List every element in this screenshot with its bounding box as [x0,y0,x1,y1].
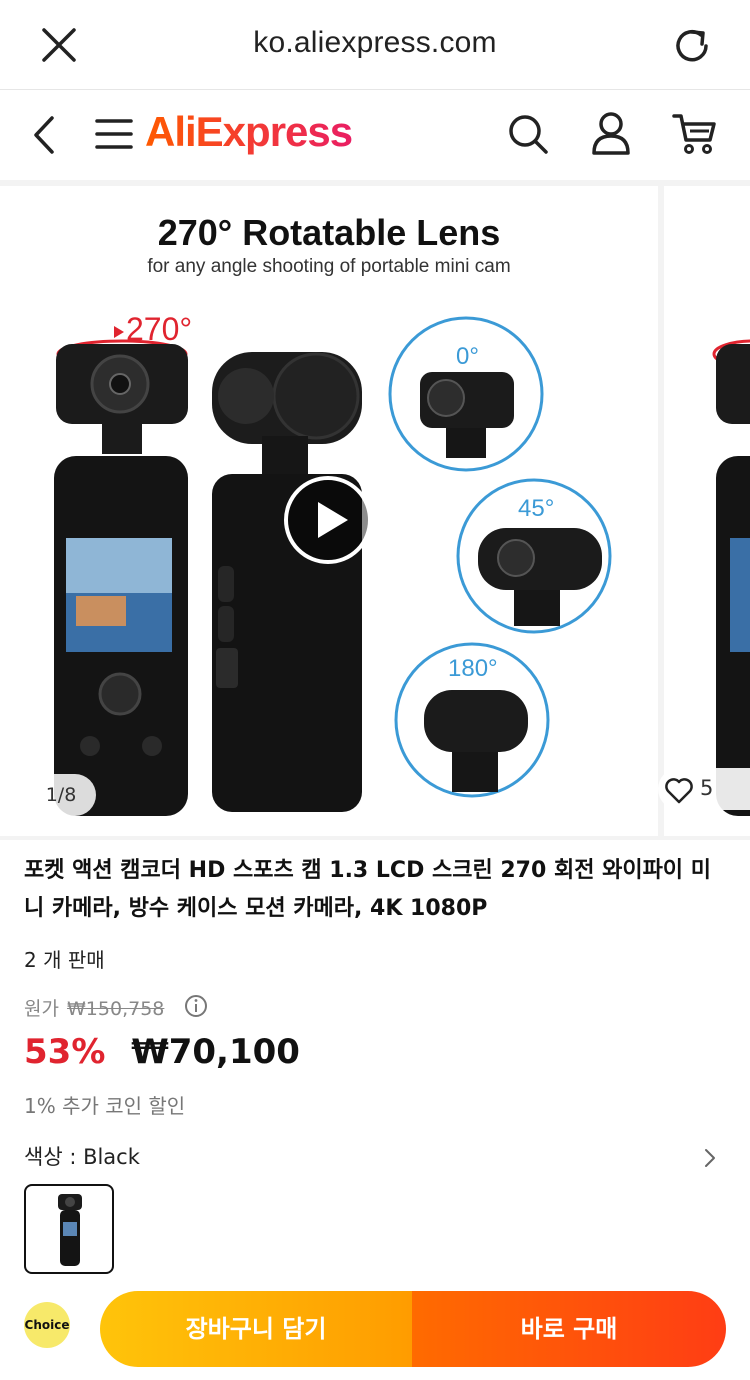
original-price: ₩150,758 [67,998,165,1020]
browser-bar: ko.aliexpress.com [0,0,750,90]
menu-icon[interactable] [94,114,134,154]
sold-count: 2 개 판매 [24,948,105,972]
back-icon[interactable] [28,112,62,158]
product-gallery[interactable]: 270° Rotatable Lens for any angle shooti… [0,180,750,840]
play-video-button[interactable] [282,474,374,566]
color-selector-label[interactable]: 색상 : Black [24,1141,140,1171]
angle-label-180: 180° [448,655,498,682]
aliexpress-logo[interactable]: AliExpress [145,108,353,156]
angle-label-45: 45° [518,495,554,522]
add-to-cart-button[interactable]: 장바구니 담기 [100,1291,412,1367]
site-header: AliExpress [0,90,750,180]
angle-label-0: 0° [456,343,479,370]
angle-label-270: 270° [126,311,192,347]
current-price: ₩70,100 [131,1032,300,1072]
original-price-label: 원가 [24,998,59,1020]
product-title: 포켓 액션 캠코더 HD 스포츠 캠 1.3 LCD 스크린 270 회전 와이… [24,858,711,921]
next-image-preview[interactable] [664,186,750,836]
discount-percent: 53% [24,1032,106,1072]
cart-icon[interactable] [672,112,718,156]
original-price-row: 원가 ₩150,758 [24,994,164,1021]
favorite-button[interactable]: 5 [658,768,750,810]
choice-badge[interactable]: Choice [24,1302,70,1348]
product-image[interactable]: 270° Rotatable Lens for any angle shooti… [0,186,658,836]
color-option-black[interactable] [24,1184,114,1274]
user-icon[interactable] [590,110,632,156]
image-counter: 1/8 [26,774,96,816]
reload-icon[interactable] [670,24,714,68]
chevron-right-icon[interactable] [702,1146,718,1170]
heart-icon [665,778,693,804]
url-text[interactable]: ko.aliexpress.com [0,26,750,60]
search-icon[interactable] [506,112,550,156]
favorite-count: 5 [700,776,714,800]
coin-discount: 1% 추가 코인 할인 [24,1094,186,1118]
price-row: 53% ₩70,100 [24,1032,300,1072]
info-icon[interactable] [184,994,208,1018]
buy-now-button[interactable]: 바로 구매 [412,1291,726,1367]
